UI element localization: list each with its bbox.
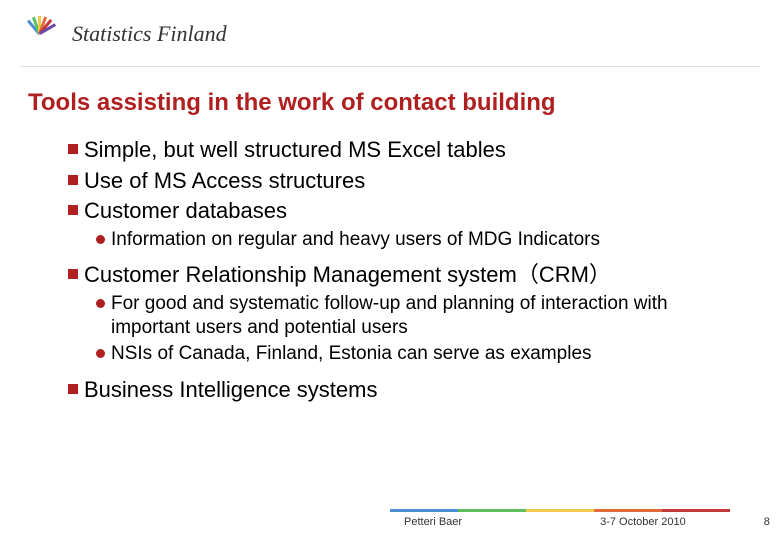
circle-bullet-icon [96, 299, 105, 308]
sub-bullet-item: NSIs of Canada, Finland, Estonia can ser… [96, 342, 740, 366]
bullet-item: Business Intelligence systems [68, 376, 740, 404]
bullet-item: Customer Relationship Management system（… [68, 261, 740, 289]
slide-title: Tools assisting in the work of contact b… [0, 67, 780, 127]
footer: Petteri Baer 3-7 October 2010 8 [0, 509, 780, 528]
bullet-item: Use of MS Access structures [68, 167, 740, 195]
bullet-item: Customer databases [68, 197, 740, 225]
square-bullet-icon [68, 144, 78, 154]
square-bullet-icon [68, 205, 78, 215]
square-bullet-icon [68, 384, 78, 394]
bullet-item: Simple, but well structured MS Excel tab… [68, 136, 740, 164]
footer-color-bar [390, 509, 730, 512]
content-area: Simple, but well structured MS Excel tab… [0, 127, 780, 404]
circle-bullet-icon [96, 235, 105, 244]
bullet-text: Customer Relationship Management system（… [84, 261, 611, 289]
square-bullet-icon [68, 269, 78, 279]
bullet-text: Customer databases [84, 197, 287, 225]
header: Statistics Finland [0, 0, 780, 60]
sub-bullet-text: Information on regular and heavy users o… [111, 228, 600, 252]
footer-page-number: 8 [764, 516, 770, 528]
footer-date: 3-7 October 2010 [600, 516, 686, 528]
circle-bullet-icon [96, 349, 105, 358]
sub-bullet-item: Information on regular and heavy users o… [96, 228, 740, 252]
bullet-text: Simple, but well structured MS Excel tab… [84, 136, 506, 164]
bullet-text: Business Intelligence systems [84, 376, 377, 404]
bullet-text: Use of MS Access structures [84, 167, 365, 195]
sub-bullet-item: For good and systematic follow-up and pl… [96, 292, 740, 340]
sub-bullet-text: NSIs of Canada, Finland, Estonia can ser… [111, 342, 592, 366]
statistics-finland-logo-icon [20, 14, 60, 54]
sub-bullet-text: For good and systematic follow-up and pl… [111, 292, 740, 340]
square-bullet-icon [68, 175, 78, 185]
footer-author: Petteri Baer [404, 516, 462, 528]
org-name: Statistics Finland [72, 21, 227, 47]
